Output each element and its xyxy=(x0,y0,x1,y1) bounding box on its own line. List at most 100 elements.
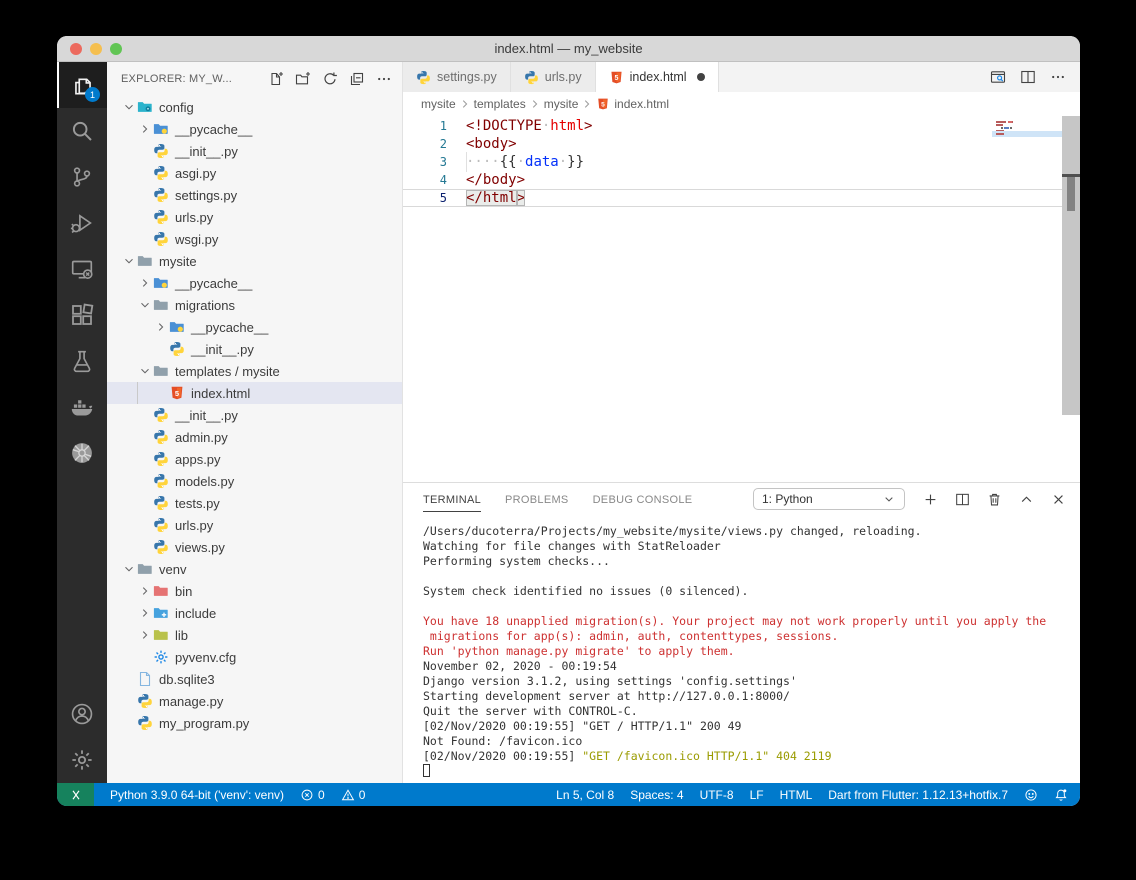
tree-item-views-py[interactable]: views.py xyxy=(107,536,402,558)
maximize-panel-icon[interactable] xyxy=(1019,492,1034,507)
activity-item-manage[interactable] xyxy=(57,737,107,783)
terminal-selector[interactable]: 1: Python xyxy=(753,488,905,510)
activity-item-docker[interactable] xyxy=(57,384,107,430)
chevron-right-icon[interactable] xyxy=(137,605,153,621)
more-actions-icon[interactable] xyxy=(1050,69,1066,85)
chevron-down-icon[interactable] xyxy=(121,99,137,115)
activity-item-explorer[interactable]: 1 xyxy=(57,62,107,108)
tab-settings-py[interactable]: settings.py xyxy=(403,62,511,92)
tree-item-mysite[interactable]: mysite xyxy=(107,250,402,272)
status-python-interpreter[interactable]: Python 3.9.0 64-bit ('venv': venv) xyxy=(110,788,284,802)
status-end-of-line[interactable]: LF xyxy=(750,788,764,802)
status-language-mode[interactable]: HTML xyxy=(780,788,813,802)
panel-tab-problems[interactable]: PROBLEMS xyxy=(505,487,569,512)
tree-item-admin-py[interactable]: admin.py xyxy=(107,426,402,448)
tree-item--pycache-[interactable]: __pycache__ xyxy=(107,118,402,140)
code-line[interactable]: 3····{{·data·}} xyxy=(403,153,1080,171)
tab-index-html[interactable]: 5index.html xyxy=(596,62,719,92)
warning-icon xyxy=(341,788,355,802)
tree-item-db-sqlite3[interactable]: db.sqlite3 xyxy=(107,668,402,690)
editor[interactable]: 1<!DOCTYPE·html>2<body>3····{{·data·}}4<… xyxy=(403,116,1080,482)
tree-item-include[interactable]: include xyxy=(107,602,402,624)
tree-item-bin[interactable]: bin xyxy=(107,580,402,602)
chevron-right-icon[interactable] xyxy=(137,627,153,643)
terminal-line: Performing system checks... xyxy=(423,554,1080,569)
panel-tab-debug-console[interactable]: DEBUG CONSOLE xyxy=(593,487,693,512)
tree-item-wsgi-py[interactable]: wsgi.py xyxy=(107,228,402,250)
tree-item-venv[interactable]: venv xyxy=(107,558,402,580)
tree-item-apps-py[interactable]: apps.py xyxy=(107,448,402,470)
new-file-icon[interactable] xyxy=(268,71,284,87)
close-panel-icon[interactable] xyxy=(1051,492,1066,507)
tree-item-lib[interactable]: lib xyxy=(107,624,402,646)
chevron-right-icon[interactable] xyxy=(137,275,153,291)
chevron-down-icon[interactable] xyxy=(137,363,153,379)
tree-item-urls-py[interactable]: urls.py xyxy=(107,514,402,536)
code-line[interactable]: 4</body> xyxy=(403,171,1080,189)
tab-urls-py[interactable]: urls.py xyxy=(511,62,596,92)
code-line[interactable]: 5</html> xyxy=(403,189,1080,207)
minimap[interactable] xyxy=(992,118,1062,162)
tree-item-tests-py[interactable]: tests.py xyxy=(107,492,402,514)
chevron-right-icon[interactable] xyxy=(153,319,169,335)
tree-item--pycache-[interactable]: __pycache__ xyxy=(107,316,402,338)
activity-item-extensions[interactable] xyxy=(57,292,107,338)
status-remote-indicator[interactable] xyxy=(57,783,94,806)
collapse-folders-icon[interactable] xyxy=(349,71,365,87)
activity-item-testing[interactable] xyxy=(57,338,107,384)
views-and-more-actions-icon[interactable] xyxy=(376,71,392,87)
status-problems-warnings[interactable]: 0 xyxy=(341,788,366,802)
activity-item-kubernetes[interactable] xyxy=(57,430,107,476)
chevron-down-icon[interactable] xyxy=(121,561,137,577)
breadcrumb-item[interactable]: mysite xyxy=(544,97,579,111)
new-folder-icon[interactable] xyxy=(295,71,311,87)
tree-item--pycache-[interactable]: __pycache__ xyxy=(107,272,402,294)
modified-dot[interactable] xyxy=(697,73,705,81)
tree-item-index-html[interactable]: 5index.html xyxy=(107,382,402,404)
tree-item-settings-py[interactable]: settings.py xyxy=(107,184,402,206)
editor-scrollbar[interactable] xyxy=(1062,116,1080,415)
tree-item-migrations[interactable]: migrations xyxy=(107,294,402,316)
activity-item-source-control[interactable] xyxy=(57,154,107,200)
tree-item-manage-py[interactable]: manage.py xyxy=(107,690,402,712)
breadcrumb-item[interactable]: mysite xyxy=(421,97,456,111)
activity-item-accounts[interactable] xyxy=(57,691,107,737)
tree-item--init-py[interactable]: __init__.py xyxy=(107,338,402,360)
tree-item-asgi-py[interactable]: asgi.py xyxy=(107,162,402,184)
activity-item-search[interactable] xyxy=(57,108,107,154)
chevron-down-icon[interactable] xyxy=(137,297,153,313)
tree-item-config[interactable]: config xyxy=(107,96,402,118)
code-line[interactable]: 2<body> xyxy=(403,135,1080,153)
refresh-explorer-icon[interactable] xyxy=(322,71,338,87)
scrollbar-thumb[interactable] xyxy=(1067,177,1075,211)
status-dart-flutter-version[interactable]: Dart from Flutter: 1.12.13+hotfix.7 xyxy=(828,788,1008,802)
status-cursor-position[interactable]: Ln 5, Col 8 xyxy=(556,788,614,802)
tree-item-pyvenv-cfg[interactable]: pyvenv.cfg xyxy=(107,646,402,668)
code-line[interactable]: 1<!DOCTYPE·html> xyxy=(403,117,1080,135)
tree-item-my-program-py[interactable]: my_program.py xyxy=(107,712,402,734)
status-problems-errors[interactable]: 0 xyxy=(300,788,325,802)
status-feedback[interactable] xyxy=(1024,788,1038,802)
split-terminal-icon[interactable] xyxy=(955,492,970,507)
terminal-output[interactable]: /Users/ducoterra/Projects/my_website/mys… xyxy=(403,515,1080,783)
open-preview-icon[interactable] xyxy=(990,69,1006,85)
activity-item-run-and-debug[interactable] xyxy=(57,200,107,246)
panel-tab-terminal[interactable]: TERMINAL xyxy=(423,487,481,512)
status-encoding[interactable]: UTF-8 xyxy=(700,788,734,802)
activity-item-remote-explorer[interactable] xyxy=(57,246,107,292)
tree-item-urls-py[interactable]: urls.py xyxy=(107,206,402,228)
tree-item--init-py[interactable]: __init__.py xyxy=(107,140,402,162)
split-editor-icon[interactable] xyxy=(1020,69,1036,85)
new-terminal-icon[interactable] xyxy=(923,492,938,507)
status-indentation[interactable]: Spaces: 4 xyxy=(630,788,683,802)
tree-item--init-py[interactable]: __init__.py xyxy=(107,404,402,426)
chevron-down-icon[interactable] xyxy=(121,253,137,269)
status-notifications[interactable] xyxy=(1054,788,1068,802)
chevron-right-icon[interactable] xyxy=(137,583,153,599)
tree-item-templates-mysite[interactable]: templates / mysite xyxy=(107,360,402,382)
kill-terminal-icon[interactable] xyxy=(987,492,1002,507)
chevron-right-icon[interactable] xyxy=(137,121,153,137)
breadcrumb-item[interactable]: templates xyxy=(474,97,526,111)
tree-item-models-py[interactable]: models.py xyxy=(107,470,402,492)
breadcrumb-item[interactable]: 5index.html xyxy=(596,97,669,111)
